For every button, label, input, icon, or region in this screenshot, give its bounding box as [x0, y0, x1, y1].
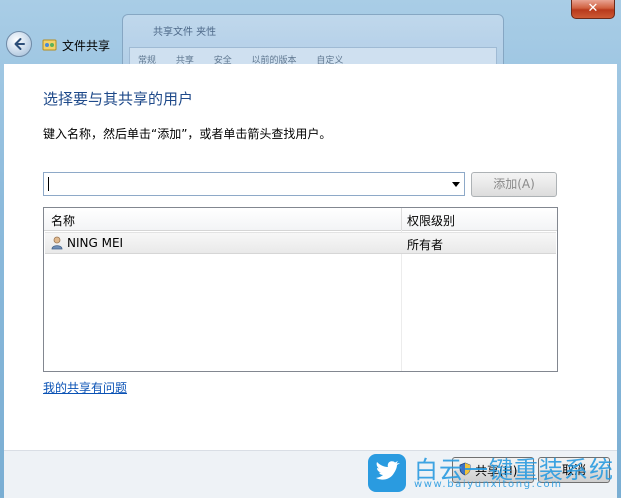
table-row[interactable]: NING MEI 所有者 — [45, 232, 556, 254]
column-header-name[interactable]: 名称 — [51, 212, 75, 229]
column-divider[interactable] — [401, 208, 402, 230]
user-icon — [51, 236, 63, 250]
text-caret — [48, 177, 49, 191]
back-button[interactable] — [6, 31, 32, 57]
column-header-permission[interactable]: 权限级别 — [407, 212, 455, 229]
close-icon: ✕ — [587, 1, 599, 16]
cancel-button[interactable]: 取消 — [538, 457, 610, 483]
user-name: NING MEI — [67, 236, 124, 250]
add-button[interactable]: 添加(A) — [471, 172, 557, 197]
page-heading: 选择要与其共享的用户 — [43, 90, 194, 108]
share-button-label: 共享(H) — [475, 464, 518, 478]
share-button[interactable]: 共享(H) — [452, 457, 534, 483]
list-header: 名称 权限级别 — [44, 208, 557, 231]
close-button[interactable]: ✕ — [571, 0, 615, 19]
chevron-down-icon[interactable] — [452, 182, 460, 187]
back-arrow-icon — [14, 38, 25, 50]
shared-users-list: 名称 权限级别 NING MEI 所有者 — [43, 207, 558, 372]
file-sharing-icon — [42, 39, 57, 51]
uac-shield-icon — [459, 462, 471, 476]
background-window-title: 共享文件 夹性 — [153, 27, 217, 38]
instruction-text: 键入名称，然后单击“添加”，或者单击箭头查找用户。 — [43, 127, 332, 141]
dialog-content: 选择要与其共享的用户 键入名称，然后单击“添加”，或者单击箭头查找用户。 添加(… — [4, 64, 617, 497]
permission-level[interactable]: 所有者 — [407, 236, 443, 253]
window-title: 文件共享 — [62, 39, 111, 53]
sharing-help-link[interactable]: 我的共享有问题 — [43, 379, 127, 396]
user-name-combobox[interactable] — [43, 172, 465, 196]
